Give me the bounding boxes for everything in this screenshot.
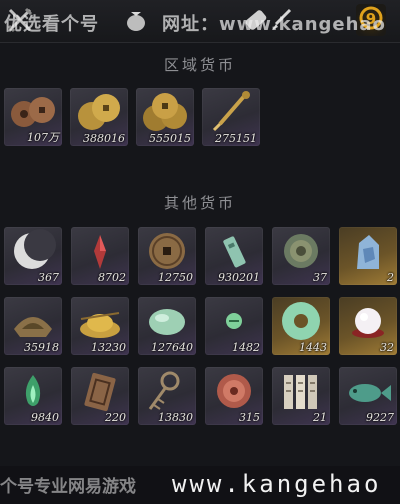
- currency-tile[interactable]: 388016: [70, 88, 128, 146]
- watermark-bottom-right: www.kangehao: [172, 470, 382, 498]
- currency-tile[interactable]: 12750: [138, 227, 196, 285]
- green-flame-icon: [8, 369, 58, 413]
- gold-coins-stack-icon: [140, 90, 190, 134]
- red-seal-coin-icon: [209, 369, 259, 413]
- currency-tile[interactable]: 1482: [205, 297, 263, 355]
- section-title-other: 其他货币: [163, 194, 236, 212]
- currency-tile[interactable]: 9227: [339, 367, 397, 425]
- currency-tile[interactable]: 1443: [272, 297, 330, 355]
- jade-bead-icon: [209, 299, 259, 343]
- jade-disc-icon: [276, 299, 326, 343]
- bamboo-slips-icon: [276, 369, 326, 413]
- currency-tile[interactable]: 13230: [71, 297, 129, 355]
- currency-quantity: 388016: [83, 132, 125, 145]
- currency-tile[interactable]: 37: [272, 227, 330, 285]
- currency-tile[interactable]: 275151: [202, 88, 260, 146]
- currency-quantity: 13230: [91, 341, 126, 354]
- currency-tile[interactable]: 2: [339, 227, 397, 285]
- boat-ingot-icon: [8, 299, 58, 343]
- jade-tag-icon: [209, 229, 259, 273]
- currency-tile[interactable]: 35918: [4, 297, 62, 355]
- section-title-regional: 区域货币: [163, 56, 236, 74]
- currency-quantity: 32: [380, 341, 394, 354]
- currency-quantity: 2: [387, 271, 394, 284]
- currency-tile[interactable]: 315: [205, 367, 263, 425]
- currency-quantity: 8702: [98, 271, 126, 284]
- currency-quantity: 35918: [24, 341, 59, 354]
- watermark-top-right: 网址：www.kangehao: [162, 14, 386, 34]
- blue-jade-stone-icon: [343, 229, 393, 273]
- currency-quantity: 12750: [158, 271, 193, 284]
- watermark-bottom: 个号专业网易游戏 www.kangehao: [0, 466, 400, 504]
- currency-quantity: 1443: [299, 341, 327, 354]
- currency-tile[interactable]: 21: [272, 367, 330, 425]
- coin-string-icon: [142, 369, 192, 413]
- crescent-moon-icon: [8, 229, 58, 273]
- currency-tile[interactable]: 220: [71, 367, 129, 425]
- watermark-top: 优选看个号 网址：www.kangehao: [0, 10, 400, 34]
- watermark-top-left: 优选看个号: [4, 14, 99, 34]
- copper-coins-icon: [8, 90, 58, 134]
- bronze-medallion-icon: [276, 229, 326, 273]
- red-crystal-icon: [75, 229, 125, 273]
- jade-fish-icon: [343, 369, 393, 413]
- currency-quantity: 37: [313, 271, 327, 284]
- currency-quantity: 315: [239, 411, 260, 424]
- currency-quantity: 930201: [218, 271, 260, 284]
- currency-tile[interactable]: 107万: [4, 88, 62, 146]
- currency-quantity: 21: [313, 411, 327, 424]
- currency-tile[interactable]: 930201: [205, 227, 263, 285]
- watermark-bottom-left: 个号专业网易游戏: [0, 477, 136, 497]
- currency-quantity: 555015: [149, 132, 191, 145]
- currency-quantity: 220: [105, 411, 126, 424]
- currency-tile[interactable]: 367: [4, 227, 62, 285]
- currency-quantity: 275151: [215, 132, 257, 145]
- dagger-token-icon: [206, 90, 256, 134]
- currency-tile[interactable]: 32: [339, 297, 397, 355]
- currency-quantity: 9840: [31, 411, 59, 424]
- jade-pebble-icon: [142, 299, 192, 343]
- currency-quantity: 107万: [27, 131, 59, 144]
- gold-grain-pile-icon: [75, 299, 125, 343]
- stamped-plaque-icon: [75, 369, 125, 413]
- currency-quantity: 1482: [232, 341, 260, 354]
- square-hole-coin-icon: [142, 229, 192, 273]
- currency-tile[interactable]: 13830: [138, 367, 196, 425]
- currency-tile[interactable]: 9840: [4, 367, 62, 425]
- currency-tile[interactable]: 8702: [71, 227, 129, 285]
- currency-tile[interactable]: 555015: [136, 88, 194, 146]
- currency-quantity: 13830: [158, 411, 193, 424]
- pearl-icon: [343, 299, 393, 343]
- currency-tile[interactable]: 127640: [138, 297, 196, 355]
- currency-quantity: 367: [38, 271, 59, 284]
- gold-coins-icon: [74, 90, 124, 134]
- currency-quantity: 9227: [366, 411, 394, 424]
- currency-quantity: 127640: [151, 341, 193, 354]
